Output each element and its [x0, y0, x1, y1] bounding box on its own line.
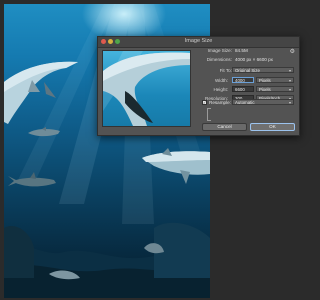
dialog-title: Image Size: [184, 38, 213, 44]
width-unit-value: Pixels: [259, 78, 271, 83]
image-preview[interactable]: [102, 50, 191, 127]
resample-label: Resample:: [209, 100, 231, 105]
image-size-value: 84.5M: [235, 48, 248, 53]
dialog-titlebar[interactable]: Image Size: [98, 37, 299, 48]
image-size-dialog: Image Size ⚙ Image Size: 84.5M Dimension…: [97, 36, 300, 136]
cancel-button[interactable]: Cancel: [202, 123, 247, 131]
shark-large: [4, 61, 78, 124]
resample-select[interactable]: Automatic ▾: [232, 99, 294, 105]
dimensions-label: Dimensions:: [206, 57, 232, 62]
chevron-down-icon: ▾: [288, 68, 291, 73]
fit-to-label: Fit To:: [219, 68, 232, 73]
chevron-down-icon: ▾: [288, 78, 291, 83]
shark-right: [142, 148, 210, 184]
preview-shark-image: [103, 51, 190, 126]
height-label: Height:: [213, 87, 228, 92]
chevron-down-icon: ▾: [288, 87, 291, 92]
dimensions-value: 4000 px × 6600 px: [235, 57, 273, 62]
width-label: Width:: [214, 78, 228, 83]
height-input[interactable]: 6600: [232, 86, 254, 92]
resample-value: Automatic: [235, 100, 255, 105]
resample-checkbox[interactable]: ✓: [202, 100, 207, 105]
fit-to-select[interactable]: Original Size ▾: [232, 67, 294, 73]
height-unit-value: Pixels: [259, 87, 271, 92]
small-shark-left: [28, 127, 60, 137]
chevron-down-icon: ▾: [288, 100, 291, 105]
width-input[interactable]: 4000: [232, 77, 254, 83]
image-size-label: Image Size:: [207, 48, 232, 53]
ok-button[interactable]: OK: [250, 123, 295, 131]
fit-to-value: Original Size: [235, 68, 260, 73]
gear-icon[interactable]: ⚙: [290, 48, 295, 55]
shark-lower-left: [8, 172, 56, 187]
width-unit-select[interactable]: Pixels ▾: [256, 77, 294, 83]
sea-floor-rocks: [4, 222, 210, 298]
checkmark-icon: ✓: [203, 100, 207, 105]
link-chain-icon[interactable]: [207, 108, 211, 121]
height-unit-select[interactable]: Pixels ▾: [256, 86, 294, 92]
